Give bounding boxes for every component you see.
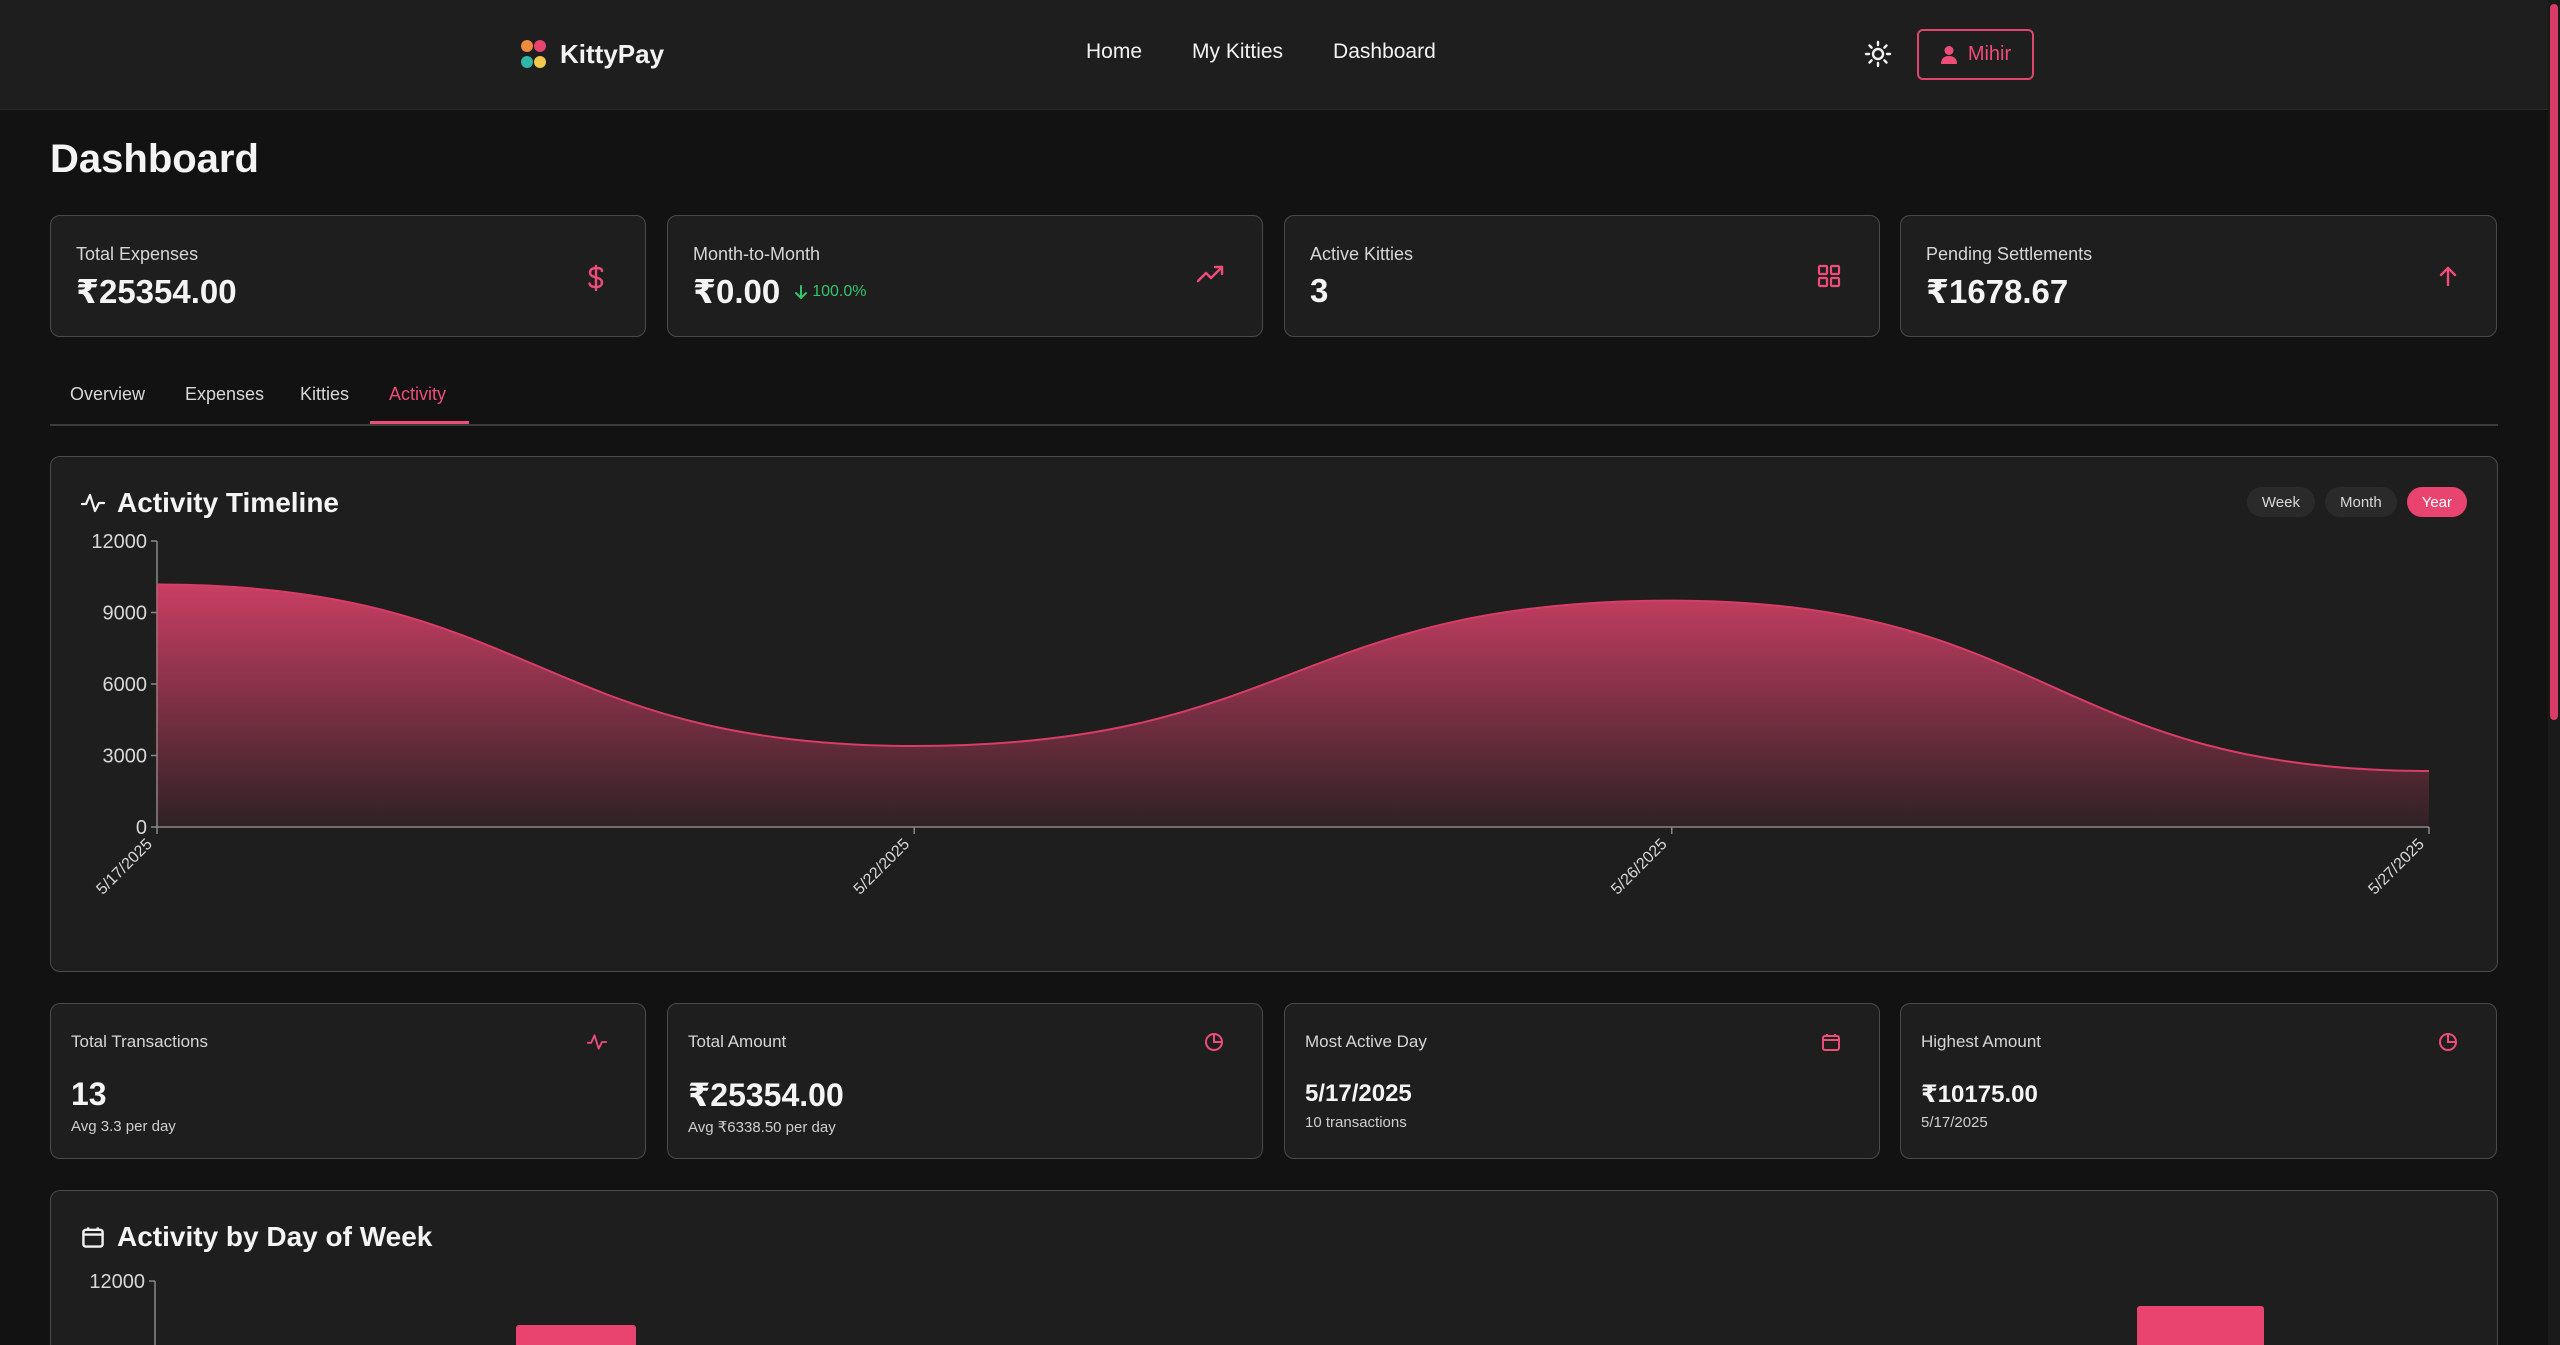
theme-toggle-button[interactable]	[1864, 40, 1892, 73]
y-tick-label: 6000	[103, 674, 148, 696]
stat-label: Active Kitties	[1310, 244, 1414, 264]
stat-label: Pending Settlements	[1926, 244, 2093, 264]
area-series	[157, 584, 2429, 827]
page-scrollbar[interactable]	[2548, 0, 2560, 1345]
stat-value-text: ₹1678.67	[1926, 273, 2069, 310]
user-menu-button[interactable]: Mihir	[1917, 29, 2034, 80]
arrow-up-icon	[2438, 264, 2458, 293]
stat-value: ₹25354.00	[76, 272, 237, 311]
app-logo[interactable]: KittyPay	[518, 38, 664, 70]
section-title: Activity by Day of Week	[81, 1221, 432, 1253]
summary-card-total-transactions: Total Transactions 13 Avg 3.3 per day	[50, 1003, 646, 1159]
main-nav: Home My Kitties Dashboard	[1086, 40, 1436, 64]
stat-value-text: ₹0.00	[693, 273, 781, 310]
y-tick-label: 3000	[103, 746, 148, 768]
tab-kitties[interactable]: Kitties	[300, 384, 349, 405]
scrollbar-thumb[interactable]	[2550, 4, 2558, 720]
summary-sub: Avg 3.3 per day	[71, 1118, 176, 1135]
activity-icon	[81, 493, 105, 513]
page-title: Dashboard	[50, 137, 259, 181]
timeline-title: Activity Timeline	[117, 487, 340, 518]
top-navbar: KittyPay Home My Kitties Dashboard Mihir	[0, 0, 2548, 110]
stat-value: 3	[1310, 272, 1328, 310]
dollar-icon	[585, 264, 607, 297]
trending-up-icon	[1196, 264, 1224, 289]
activity-timeline-chart: 0 3000 6000 9000 12000 5/17/2025 5/22/2025 5/26…	[91, 531, 2430, 898]
delta-value: 100.0%	[812, 282, 867, 300]
weekday-bar-chart: 12000	[89, 1271, 2264, 1345]
stat-value: ₹0.00 100.0%	[693, 272, 866, 311]
stat-value-text: 3	[1310, 272, 1329, 309]
summary-value: ₹10175.00	[1921, 1081, 2038, 1108]
summary-sub: 5/17/2025	[1921, 1114, 1988, 1131]
stat-value: ₹1678.67	[1926, 272, 2068, 311]
section-title: Activity Timeline	[81, 487, 339, 519]
range-week-button[interactable]: Week	[2246, 487, 2315, 517]
summary-label: Total Amount	[688, 1032, 787, 1051]
summary-value: ₹25354.00	[688, 1077, 844, 1113]
bar-mark	[516, 1325, 636, 1345]
grid-icon	[1817, 264, 1841, 293]
summary-label: Most Active Day	[1305, 1032, 1427, 1051]
range-month-button[interactable]: Month	[2324, 487, 2397, 517]
calendar-icon	[82, 1227, 104, 1248]
app-name: KittyPay	[560, 38, 665, 69]
summary-value: 5/17/2025	[1305, 1080, 1412, 1107]
stat-card-active-kitties: Active Kitties 3	[1284, 215, 1880, 337]
x-tick-label: 5/26/2025	[1608, 836, 1670, 898]
summary-label: Total Transactions	[71, 1032, 209, 1051]
summary-label: Highest Amount	[1921, 1032, 2042, 1051]
stat-card-pending-settlements: Pending Settlements ₹1678.67	[1900, 215, 2497, 337]
activity-by-weekday-card: Activity by Day of Week 12000	[50, 1190, 2498, 1345]
pie-chart-icon	[2438, 1032, 2458, 1057]
tab-activity[interactable]: Activity	[389, 384, 446, 405]
stat-value-text: ₹25354.00	[76, 273, 237, 310]
summary-card-most-active-day: Most Active Day 5/17/2025 10 transaction…	[1284, 1003, 1880, 1159]
calendar-icon	[1821, 1032, 1841, 1057]
sun-icon	[1864, 40, 1892, 68]
y-tick-label: 12000	[89, 1271, 145, 1293]
arrow-down-icon	[795, 284, 808, 299]
stat-label: Total Expenses	[76, 244, 199, 264]
active-tab-indicator	[370, 421, 469, 424]
weekday-title: Activity by Day of Week	[117, 1221, 433, 1252]
pie-chart-icon	[1204, 1032, 1224, 1057]
summary-sub: 10 transactions	[1305, 1114, 1407, 1131]
stat-card-month-to-month: Month-to-Month ₹0.00 100.0%	[667, 215, 1263, 337]
summary-sub: Avg ₹6338.50 per day	[688, 1119, 836, 1136]
y-tick-label: 0	[136, 817, 147, 839]
delta-badge: 100.0%	[794, 283, 866, 301]
y-tick-label: 9000	[103, 603, 148, 625]
stat-card-total-expenses: Total Expenses ₹25354.00	[50, 215, 646, 337]
range-year-button[interactable]: Year	[2406, 487, 2467, 517]
user-name: Mihir	[1967, 43, 2012, 65]
range-toggle: Week Month Year	[2246, 487, 2467, 517]
summary-card-total-amount: Total Amount ₹25354.00 Avg ₹6338.50 per …	[667, 1003, 1263, 1159]
dashboard-tabs: Overview Expenses Kitties Activity	[50, 376, 2498, 426]
summary-value: 13	[71, 1076, 107, 1112]
nav-home[interactable]: Home	[1086, 40, 1142, 64]
tab-overview[interactable]: Overview	[70, 384, 145, 405]
nav-dashboard[interactable]: Dashboard	[1333, 40, 1436, 64]
y-tick-label: 12000	[91, 531, 147, 553]
bar-mark	[2137, 1306, 2264, 1345]
tab-expenses[interactable]: Expenses	[185, 384, 264, 405]
activity-icon	[586, 1032, 608, 1057]
kittypay-logo-icon	[521, 40, 546, 68]
stat-label: Month-to-Month	[693, 244, 821, 264]
user-icon	[1940, 45, 1957, 64]
x-tick-label: 5/22/2025	[851, 836, 913, 898]
summary-card-highest-amount: Highest Amount ₹10175.00 5/17/2025	[1900, 1003, 2497, 1159]
activity-timeline-card: Activity Timeline Week Month Year 0 3000 6…	[50, 456, 2498, 972]
x-tick-label: 5/17/2025	[93, 836, 155, 898]
x-tick-label: 5/27/2025	[2365, 836, 2427, 898]
nav-my-kitties[interactable]: My Kitties	[1192, 40, 1283, 64]
